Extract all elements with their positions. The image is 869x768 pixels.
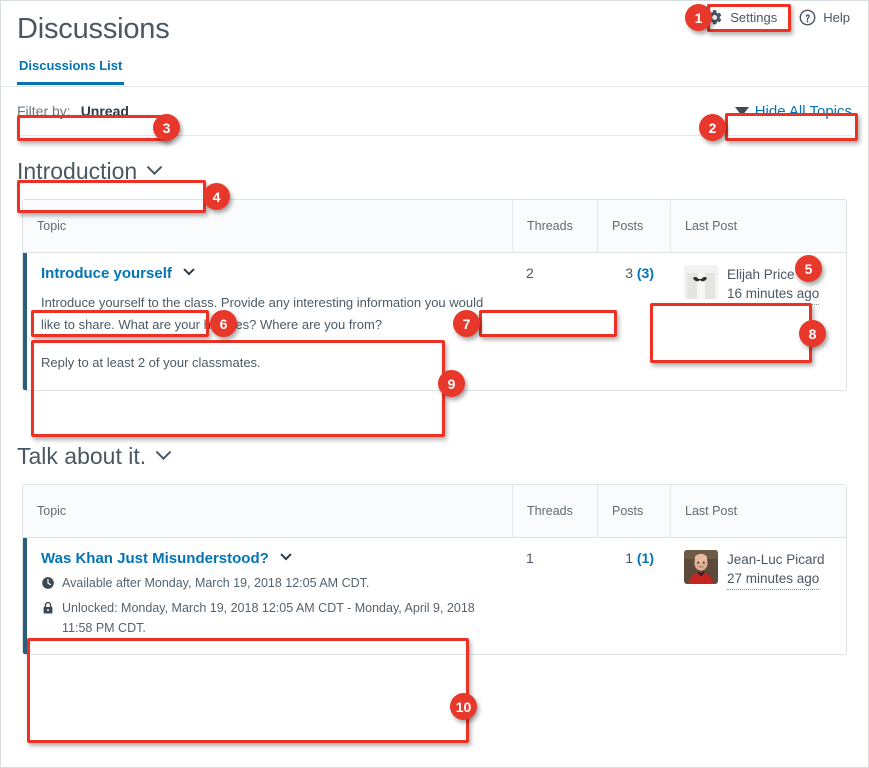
posts-count-cell: 3 (3) [597, 253, 670, 390]
posts-total: 3 [625, 265, 633, 281]
availability-text: Available after Monday, March 19, 2018 1… [62, 576, 370, 590]
last-post-author: Elijah Price [727, 267, 795, 282]
last-post-time[interactable]: 16 minutes ago [727, 284, 820, 305]
posts-unread-count[interactable]: (1) [637, 550, 654, 566]
hide-all-topics-label: Hide All Topics [754, 103, 852, 120]
posts-unread-count[interactable]: (3) [637, 265, 654, 281]
column-header-last-post: Last Post [670, 485, 846, 538]
topic-cell: Was Khan Just Misunderstood? Available a… [27, 538, 512, 654]
threads-count: 1 [526, 550, 534, 566]
topic-link-label: Introduce yourself [41, 265, 172, 282]
topic-cell: Introduce yourself Introduce yourself to… [27, 253, 512, 390]
column-header-threads: Threads [512, 485, 597, 538]
last-post-info: Jean-Luc Picard 27 minutes ago [727, 550, 825, 590]
avatar [684, 550, 718, 584]
page-header: Discussions Settings Help [1, 1, 868, 53]
chevron-down-icon[interactable] [155, 444, 172, 461]
settings-button-label: Settings [730, 10, 778, 25]
last-post-author: Jean-Luc Picard [727, 552, 825, 567]
chevron-down-icon[interactable] [146, 159, 163, 176]
topic-description-paragraph: Reply to at least 2 of your classmates. [41, 355, 261, 370]
posts-total: 1 [625, 550, 633, 566]
clock-icon [42, 577, 54, 589]
filter-bar: Filter by: Unread Hide All Topics [1, 87, 868, 135]
tab-bar: Discussions List [1, 53, 868, 87]
topic-description-paragraph: Introduce yourself to the class. Provide… [41, 295, 484, 332]
last-post-info: Elijah Price 16 minutes ago [727, 265, 820, 305]
header-actions: Settings Help [704, 5, 852, 30]
column-header-posts: Posts [597, 485, 670, 538]
lock-text: Unlocked: Monday, March 19, 2018 12:05 A… [62, 601, 475, 635]
table-row[interactable]: Was Khan Just Misunderstood? Available a… [23, 538, 846, 654]
lock-icon [43, 601, 53, 614]
column-header-topic: Topic [37, 503, 67, 518]
settings-button[interactable]: Settings [704, 5, 779, 30]
group-heading-talk-about-it[interactable]: Talk about it. [1, 391, 868, 484]
topic-link-was-khan-just-misunderstood[interactable]: Was Khan Just Misunderstood? [41, 548, 292, 567]
chevron-down-icon[interactable] [280, 548, 292, 560]
last-post: Jean-Luc Picard 27 minutes ago [684, 550, 832, 590]
last-post-time[interactable]: 27 minutes ago [727, 569, 820, 590]
group-title: Introduction [17, 158, 138, 184]
triangle-down-icon [734, 107, 749, 116]
table-header-row: Topic Threads Posts Last Post [23, 485, 846, 538]
availability-line: Available after Monday, March 19, 2018 1… [41, 573, 498, 593]
column-header-topic: Topic [37, 218, 67, 233]
filter-by-value[interactable]: Unread [81, 103, 129, 119]
avatar [684, 265, 718, 299]
help-button[interactable]: Help [797, 5, 852, 30]
discussions-table-introduction: Topic Threads Posts Last Post Introduce … [22, 199, 847, 391]
last-post: Elijah Price 16 minutes ago [684, 265, 832, 305]
tab-discussions-list[interactable]: Discussions List [17, 53, 125, 85]
chevron-down-icon[interactable] [183, 263, 195, 275]
column-header-posts: Posts [597, 200, 670, 253]
last-post-cell: Jean-Luc Picard 27 minutes ago [670, 538, 846, 654]
topic-link-label: Was Khan Just Misunderstood? [41, 550, 269, 567]
filter-by-label: Filter by: [17, 103, 71, 119]
posts-count-cell: 1 (1) [597, 538, 670, 654]
question-circle-icon [799, 9, 816, 26]
table-header-row: Topic Threads Posts Last Post [23, 200, 846, 253]
discussions-page: Discussions Settings Help Discussions Li… [0, 0, 869, 768]
topic-description: Introduce yourself to the class. Provide… [41, 292, 498, 374]
filter-by-control[interactable]: Filter by: Unread [17, 103, 129, 119]
group-title: Talk about it. [17, 443, 147, 469]
column-header-last-post: Last Post [670, 200, 846, 253]
topic-link-introduce-yourself[interactable]: Introduce yourself [41, 263, 195, 282]
discussions-table-talk-about-it: Topic Threads Posts Last Post Was Khan J… [22, 484, 847, 655]
column-header-threads: Threads [512, 200, 597, 253]
last-post-cell: Elijah Price 16 minutes ago [670, 253, 846, 390]
help-button-label: Help [823, 10, 850, 25]
gear-icon [706, 9, 723, 26]
threads-count: 2 [526, 265, 534, 281]
group-heading-introduction[interactable]: Introduction [1, 136, 868, 199]
hide-all-topics-button[interactable]: Hide All Topics [734, 103, 852, 120]
table-row[interactable]: Introduce yourself Introduce yourself to… [23, 253, 846, 390]
callout-badge-10: 10 [450, 693, 477, 720]
lock-line: Unlocked: Monday, March 19, 2018 12:05 A… [41, 598, 498, 638]
